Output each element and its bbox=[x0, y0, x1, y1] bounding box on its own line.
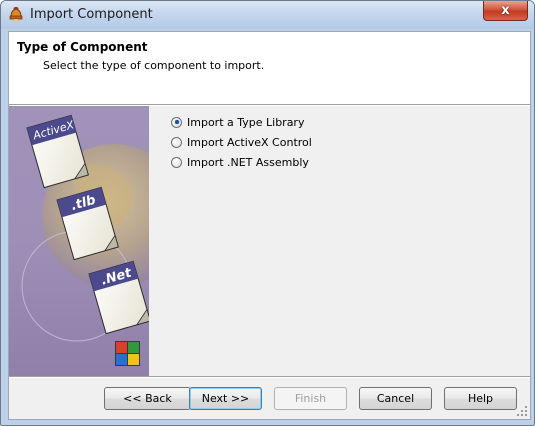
next-button[interactable]: Next >> bbox=[189, 387, 262, 410]
import-component-dialog: Import Component x Type of Component Sel… bbox=[0, 0, 535, 426]
wizard-header: Type of Component Select the type of com… bbox=[9, 32, 530, 105]
help-button[interactable]: Help bbox=[444, 387, 517, 410]
net-assembly-radio[interactable] bbox=[171, 156, 182, 168]
wizard-illustration: ActiveX .tlb .Net bbox=[9, 106, 149, 376]
windows-logo-icon bbox=[115, 341, 140, 366]
title-bar[interactable]: Import Component x bbox=[1, 1, 534, 29]
net-assembly-label: Import .NET Assembly bbox=[187, 155, 309, 169]
type-library-label: Import a Type Library bbox=[187, 115, 305, 129]
resize-grip-icon[interactable] bbox=[516, 405, 528, 417]
option-activex-control[interactable]: Import ActiveX Control bbox=[171, 132, 312, 152]
close-button[interactable]: x bbox=[483, 1, 528, 21]
page-subtitle: Select the type of component to import. bbox=[43, 59, 265, 72]
activex-control-label: Import ActiveX Control bbox=[187, 135, 312, 149]
activex-control-radio[interactable] bbox=[171, 136, 182, 148]
finish-button[interactable]: Finish bbox=[274, 387, 347, 410]
dialog-client-area: Type of Component Select the type of com… bbox=[8, 31, 531, 420]
component-type-options: Import a Type Library Import ActiveX Con… bbox=[171, 112, 312, 172]
page-title: Type of Component bbox=[17, 40, 148, 54]
footer-divider-highlight bbox=[9, 377, 530, 378]
window-title: Import Component bbox=[30, 7, 153, 22]
helmet-icon bbox=[9, 7, 23, 22]
option-net-assembly[interactable]: Import .NET Assembly bbox=[171, 152, 312, 172]
type-library-radio[interactable] bbox=[171, 116, 182, 128]
cancel-button[interactable]: Cancel bbox=[359, 387, 432, 410]
option-type-library[interactable]: Import a Type Library bbox=[171, 112, 312, 132]
back-button[interactable]: << Back bbox=[104, 387, 191, 410]
close-icon: x bbox=[501, 3, 510, 18]
